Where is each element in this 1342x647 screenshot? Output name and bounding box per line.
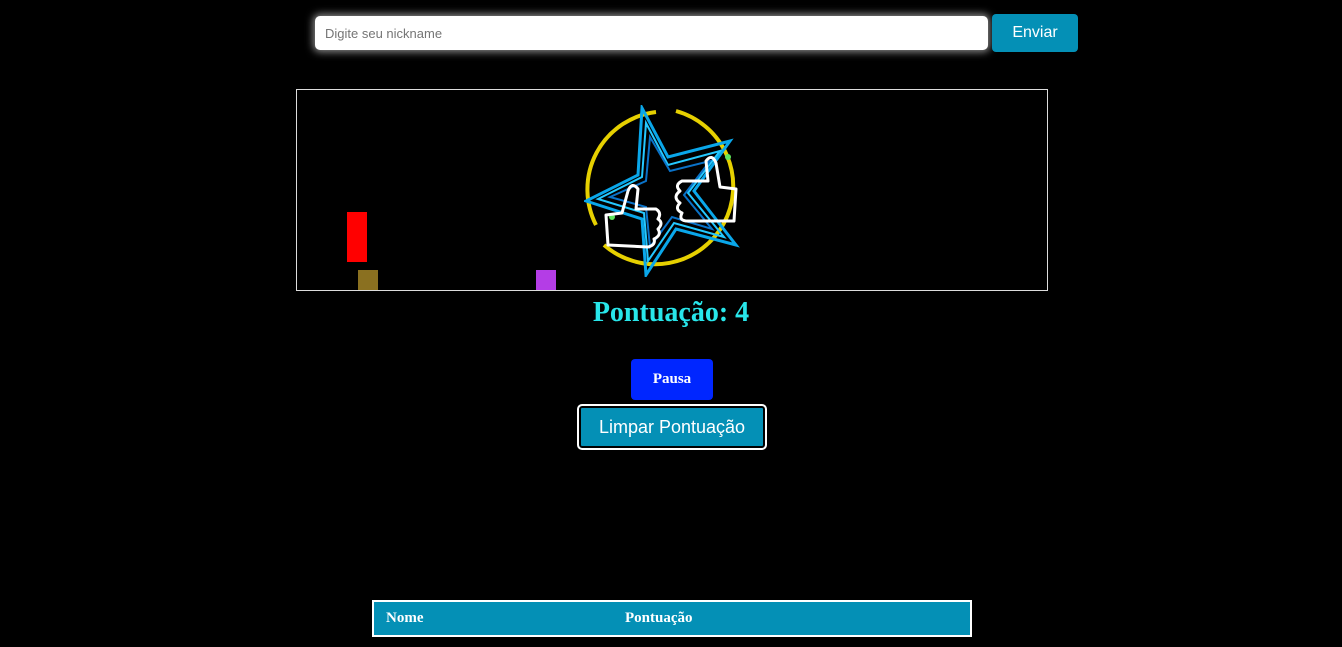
pause-button[interactable]: Pausa [631,359,713,400]
send-button[interactable]: Enviar [992,14,1078,52]
column-header-score: Pontuação [613,601,971,636]
obstacle-block [536,270,556,290]
score-display: Pontuação: 4 [592,297,750,328]
clear-score-button[interactable]: Limpar Pontuação [577,404,767,450]
game-canvas[interactable] [296,89,1048,291]
nickname-input[interactable] [315,16,988,50]
game-page: Enviar Pontuação: 4 Pausa Limpar Pontuaç… [0,0,1342,647]
column-header-name: Nome [373,601,613,636]
player-block [347,212,367,262]
scoreboard-header-row: Nome Pontuação [373,601,971,636]
obstacle-block [358,270,378,290]
neon-star-thumbs-up-logo [584,105,740,277]
scoreboard-table: Nome Pontuação [372,600,972,637]
